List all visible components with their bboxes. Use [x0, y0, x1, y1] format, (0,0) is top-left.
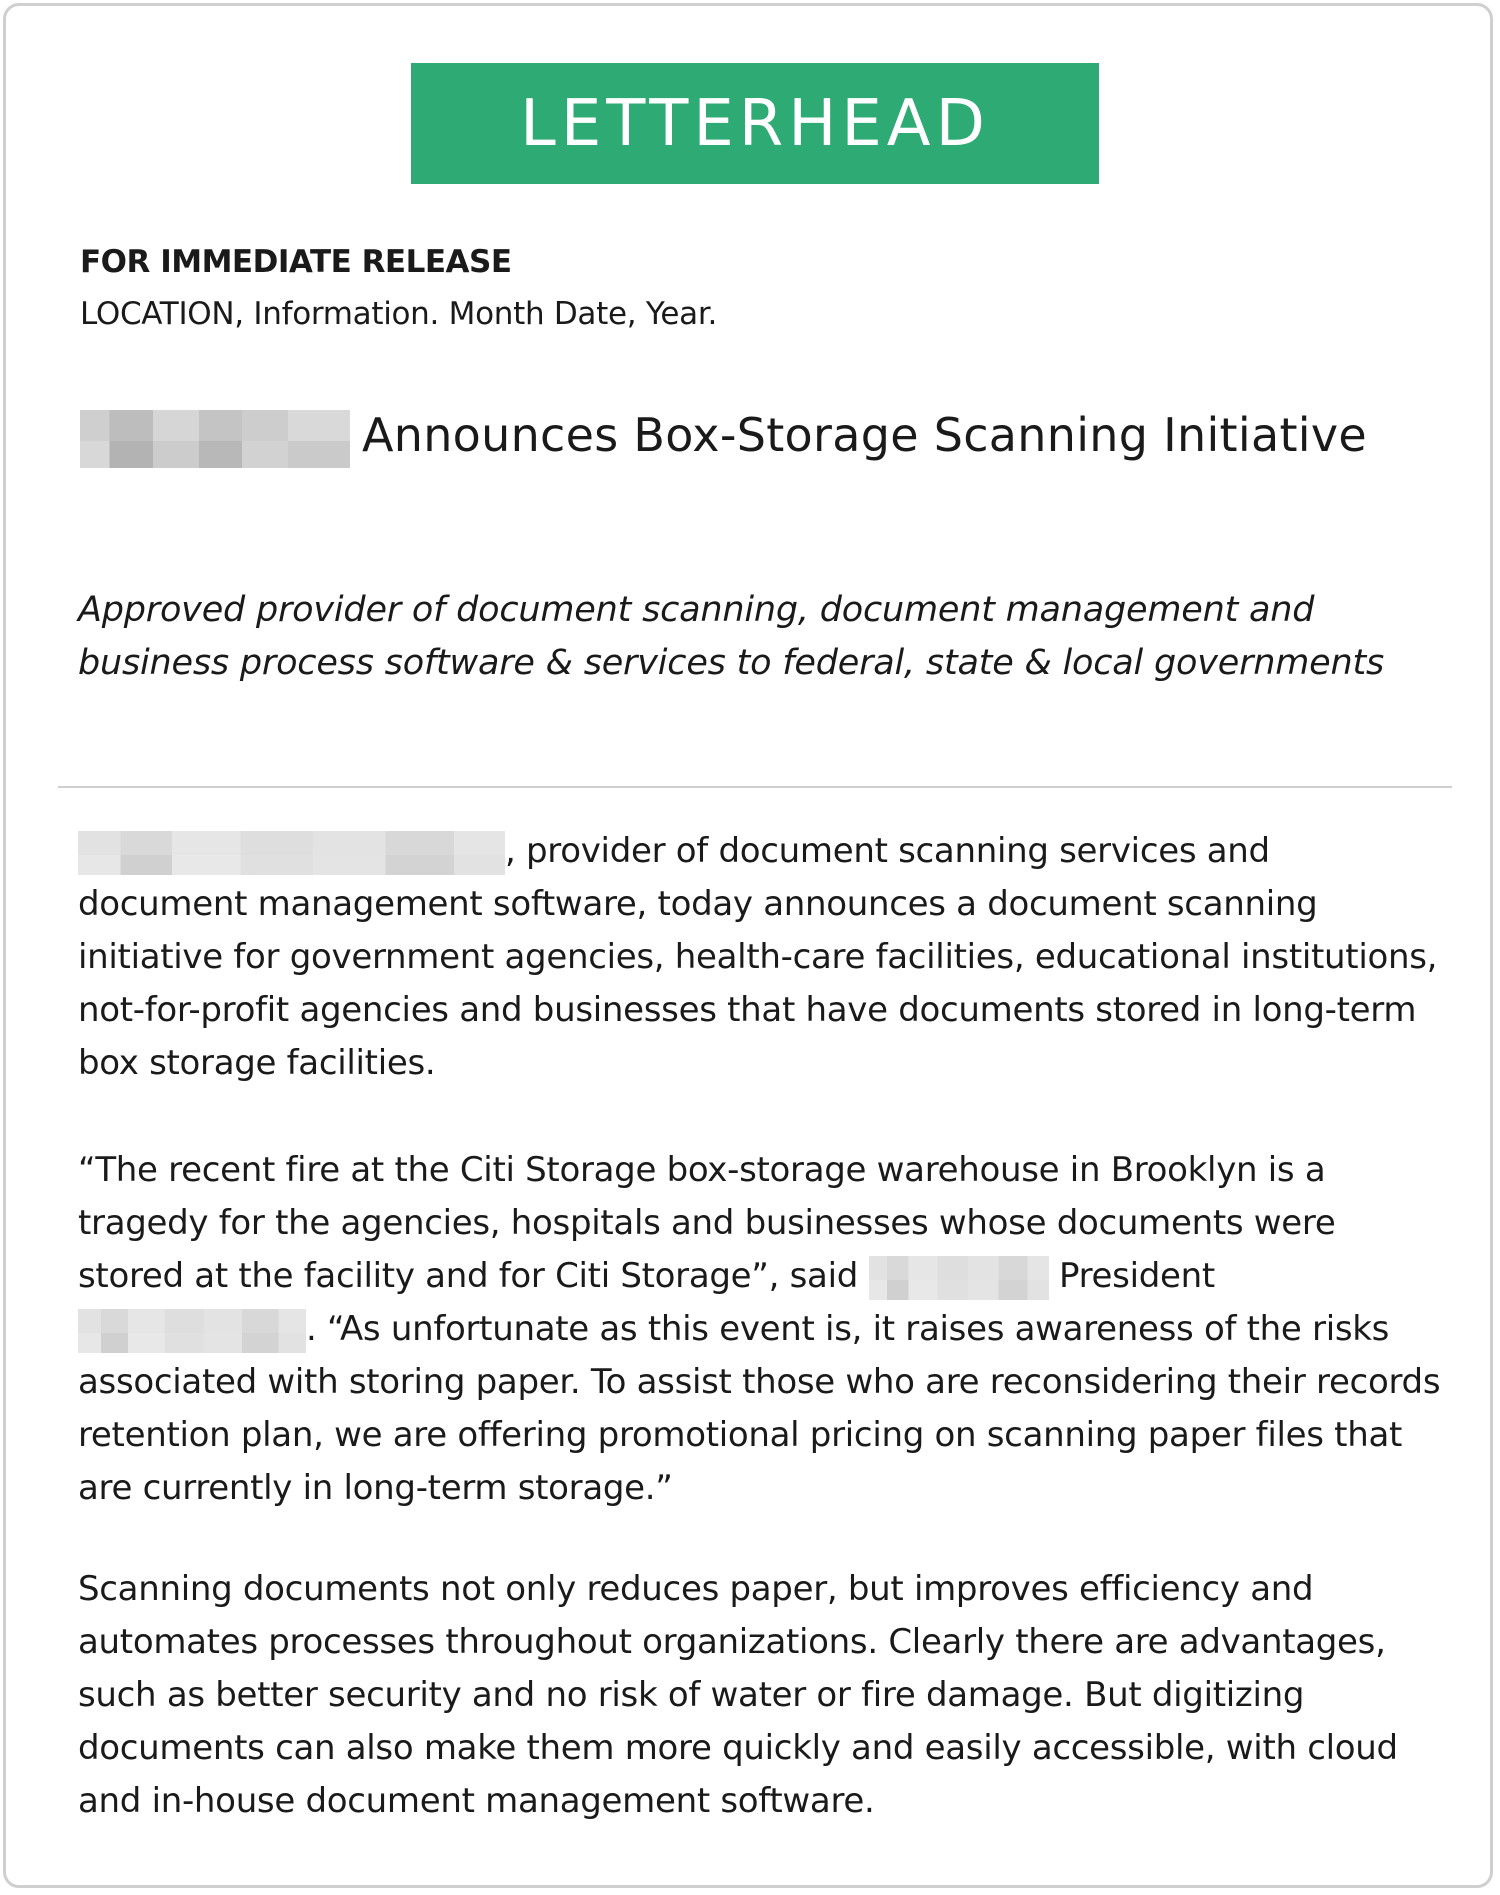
headline-text: Announces Box-Storage Scanning Initiativ…: [362, 408, 1368, 462]
paragraph-2-text-b: President: [1048, 1256, 1215, 1296]
release-label: FOR IMMEDIATE RELEASE: [80, 244, 512, 280]
headline: Announces Box-Storage Scanning Initiativ…: [80, 404, 1440, 468]
redacted-company-name: [868, 1255, 1049, 1300]
redacted-company-name: [80, 409, 350, 468]
redacted-company-name: [78, 830, 505, 875]
document-page: LETTERHEAD FOR IMMEDIATE RELEASE LOCATIO…: [3, 3, 1493, 1888]
subheadline: Approved provider of document scanning, …: [78, 590, 1385, 683]
redacted-person-name: [78, 1308, 306, 1353]
body-paragraph-3: Scanning documents not only reduces pape…: [78, 1569, 1398, 1821]
letterhead-banner: LETTERHEAD: [411, 63, 1099, 184]
body-paragraph-2: “The recent fire at the Citi Storage box…: [78, 1144, 1448, 1515]
letterhead-label: LETTERHEAD: [520, 86, 990, 161]
section-divider: [58, 786, 1452, 788]
location-line: LOCATION, Information. Month Date, Year.: [80, 296, 718, 332]
body-paragraph-1: , provider of document scanning services…: [78, 825, 1448, 1090]
